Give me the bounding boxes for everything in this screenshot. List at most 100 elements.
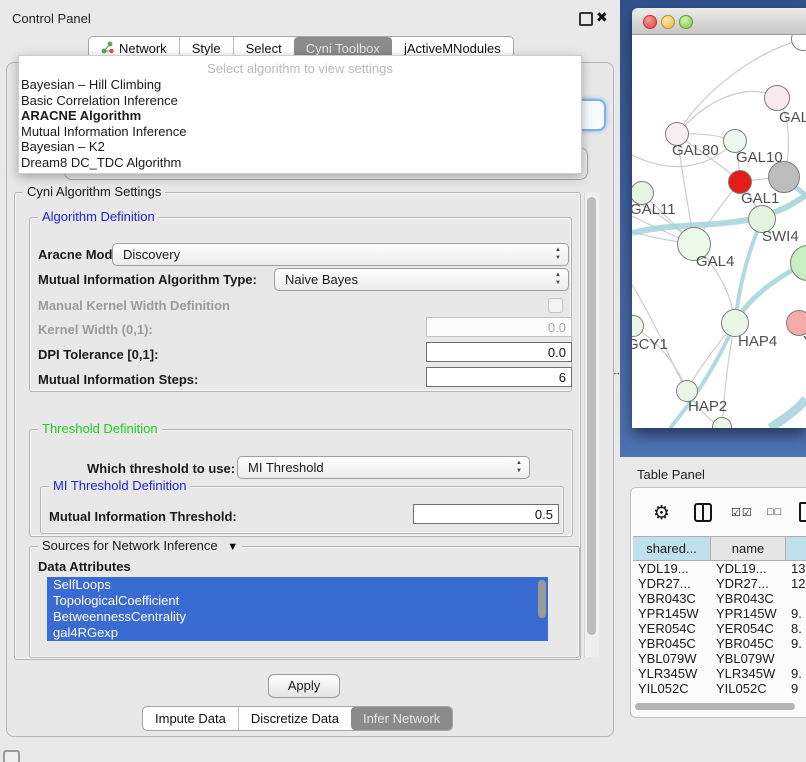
node-label: GAL4 <box>696 253 734 270</box>
column-split-icon[interactable] <box>694 503 712 522</box>
table-cell: 8. <box>786 621 806 636</box>
table-row[interactable]: YER054CYER054C8. <box>633 621 806 636</box>
column-header-shared[interactable]: shared... <box>633 537 711 560</box>
data-attributes-list: SelfLoopsTopologicalCoefficientBetweenne… <box>47 577 548 643</box>
data-attributes-label: Data Attributes <box>38 559 131 574</box>
algorithm-option-aracne-algorithm[interactable]: ARACNE Algorithm <box>21 108 186 124</box>
attribute-item-betweennesscentrality[interactable]: BetweennessCentrality <box>47 609 548 625</box>
table-cell: YBR043C <box>711 591 786 606</box>
zoom-traffic-light[interactable] <box>679 15 693 29</box>
mi-algorithm-type-combobox[interactable]: Naive Bayes ▲▼ <box>274 268 569 291</box>
table-cell: YER054C <box>711 621 786 636</box>
table-cell: YDR27... <box>633 576 711 591</box>
table-row[interactable]: YDL19...YDL19...13 <box>633 561 806 576</box>
table-row[interactable]: YBR045CYBR045C9. <box>633 636 806 651</box>
table-cell: 12 <box>786 576 806 591</box>
node-label: GAL <box>779 109 806 126</box>
table-cell: YLR345W <box>633 666 711 681</box>
algorithm-option-dream8-dc-tdc-algorithm[interactable]: Dream8 DC_TDC Algorithm <box>21 155 186 171</box>
algorithm-option-mutual-information-inference[interactable]: Mutual Information Inference <box>21 124 186 140</box>
table-cell: YBL079W <box>711 651 786 666</box>
node-label: GAL11 <box>632 201 676 218</box>
aracne-mode-combobox[interactable]: Discovery ▲▼ <box>112 243 569 266</box>
table-cell: YBL079W <box>633 651 711 666</box>
table-row[interactable]: YPR145WYPR145W9. <box>633 606 806 621</box>
minimize-traffic-light[interactable] <box>661 15 675 29</box>
cyni-algorithm-settings-title: Cyni Algorithm Settings <box>23 184 165 199</box>
sources-group: Sources for Network Inference ▼ Data Att… <box>29 546 580 658</box>
tab-label: Impute Data <box>155 711 226 726</box>
algorithm-definition-title: Algorithm Definition <box>38 209 159 224</box>
network-canvas[interactable]: GALGAL80GAL10GAL1GAL11SWI4GAL4GCY1HAP4YH… <box>632 35 806 428</box>
algorithm-definition-group: Algorithm Definition Aracne Mode: Discov… <box>29 217 572 392</box>
table-cell: YDL19... <box>711 561 786 576</box>
dpi-tolerance-label: DPI Tolerance [0,1]: <box>38 347 158 362</box>
attributes-list-scrollbar[interactable] <box>538 580 546 618</box>
algorithm-option-basic-correlation-inference[interactable]: Basic Correlation Inference <box>21 93 186 109</box>
close-traffic-light[interactable] <box>643 15 657 29</box>
node-label: HAP4 <box>738 333 777 350</box>
tab-discretize-data[interactable]: Discretize Data <box>238 707 351 730</box>
deselect-all-checkboxes-icon[interactable]: □□ <box>767 506 782 518</box>
node-label: GAL80 <box>672 142 719 159</box>
table-horizontal-scrollbar[interactable] <box>635 703 795 710</box>
table-row[interactable]: YLR345WYLR345W9. <box>633 666 806 681</box>
select-all-checkboxes-icon[interactable]: ☑☑ <box>731 506 753 519</box>
stepper-arrows-icon: ▲▼ <box>555 246 561 262</box>
kernel-width-field[interactable] <box>426 317 572 337</box>
table-cell: YIL052C <box>711 681 786 696</box>
attribute-item-gal4rgexp[interactable]: gal4RGexp <box>47 625 548 641</box>
table-file-icon[interactable] <box>799 502 806 522</box>
which-threshold-combobox[interactable]: MI Threshold ▲▼ <box>237 456 530 479</box>
attribute-item-topologicalcoefficient[interactable]: TopologicalCoefficient <box>47 593 548 609</box>
mi-threshold-field[interactable] <box>413 504 559 524</box>
table-cell: YBR045C <box>711 636 786 651</box>
table-cell: YLR345W <box>711 666 786 681</box>
table-row[interactable]: YBL079WYBL079W <box>633 651 806 666</box>
table-row[interactable]: YDR27...YDR27...12 <box>633 576 806 591</box>
table-header-row: shared...name <box>633 536 806 561</box>
dpi-tolerance-field[interactable] <box>426 342 572 362</box>
algorithm-option-bayesian-hill-climbing[interactable]: Bayesian – Hill Climbing <box>21 77 186 93</box>
application-window: Control Panel ✖ NetworkStyleSelectCyni T… <box>0 0 806 762</box>
tab-label: Select <box>246 41 282 56</box>
table-cell <box>786 651 806 666</box>
network-node[interactable] <box>768 161 800 193</box>
table-row[interactable]: YIL052CYIL052C9 <box>633 681 806 696</box>
attribute-item-selfloops[interactable]: SelfLoops <box>47 577 548 593</box>
close-icon[interactable]: ✖ <box>596 9 608 26</box>
kernel-width-label: Kernel Width (0,1): <box>38 322 153 337</box>
stepper-arrows-icon: ▲▼ <box>516 459 522 475</box>
which-threshold-value: MI Threshold <box>248 460 324 475</box>
table-cell: 13 <box>786 561 806 576</box>
tab-impute-data[interactable]: Impute Data <box>143 707 238 730</box>
table-row[interactable]: YBR043CYBR043C <box>633 591 806 606</box>
sources-title: Sources for Network Inference ▼ <box>38 538 242 553</box>
mi-steps-field[interactable] <box>426 367 572 387</box>
settings-vertical-scrollbar[interactable] <box>584 193 599 657</box>
column-header-3[interactable] <box>786 537 806 560</box>
manual-kernel-width-checkbox[interactable] <box>548 298 563 313</box>
table-cell: YIL052C <box>633 681 711 696</box>
tab-label: jActiveMNodules <box>404 41 501 56</box>
tab-label: Discretize Data <box>251 711 339 726</box>
apply-button[interactable]: Apply <box>268 674 340 698</box>
minimized-panel-icon[interactable] <box>3 750 20 762</box>
expanded-arrow-icon[interactable]: ▼ <box>227 541 238 553</box>
tab-infer-network[interactable]: Infer Network <box>351 707 452 730</box>
mi-threshold-definition-title: MI Threshold Definition <box>49 478 190 493</box>
table-cell: 9 <box>786 681 806 696</box>
node-label: SWI4 <box>762 228 799 245</box>
table-cell: YBR043C <box>633 591 711 606</box>
tab-label: Cyni Toolbox <box>306 41 380 56</box>
column-header-name[interactable]: name <box>711 537 786 560</box>
table-cell: YDR27... <box>711 576 786 591</box>
gear-icon[interactable]: ⚙ <box>653 502 670 525</box>
table-panel-title: Table Panel <box>637 467 705 482</box>
network-node-gal[interactable] <box>764 85 790 111</box>
aracne-mode-value: Discovery <box>123 247 180 262</box>
float-window-icon[interactable] <box>579 12 593 26</box>
manual-kernel-width-label: Manual Kernel Width Definition <box>38 298 230 313</box>
algorithm-option-bayesian-k2[interactable]: Bayesian – K2 <box>21 139 186 155</box>
mi-threshold-definition-group: MI Threshold Definition Mutual Informati… <box>40 486 564 534</box>
